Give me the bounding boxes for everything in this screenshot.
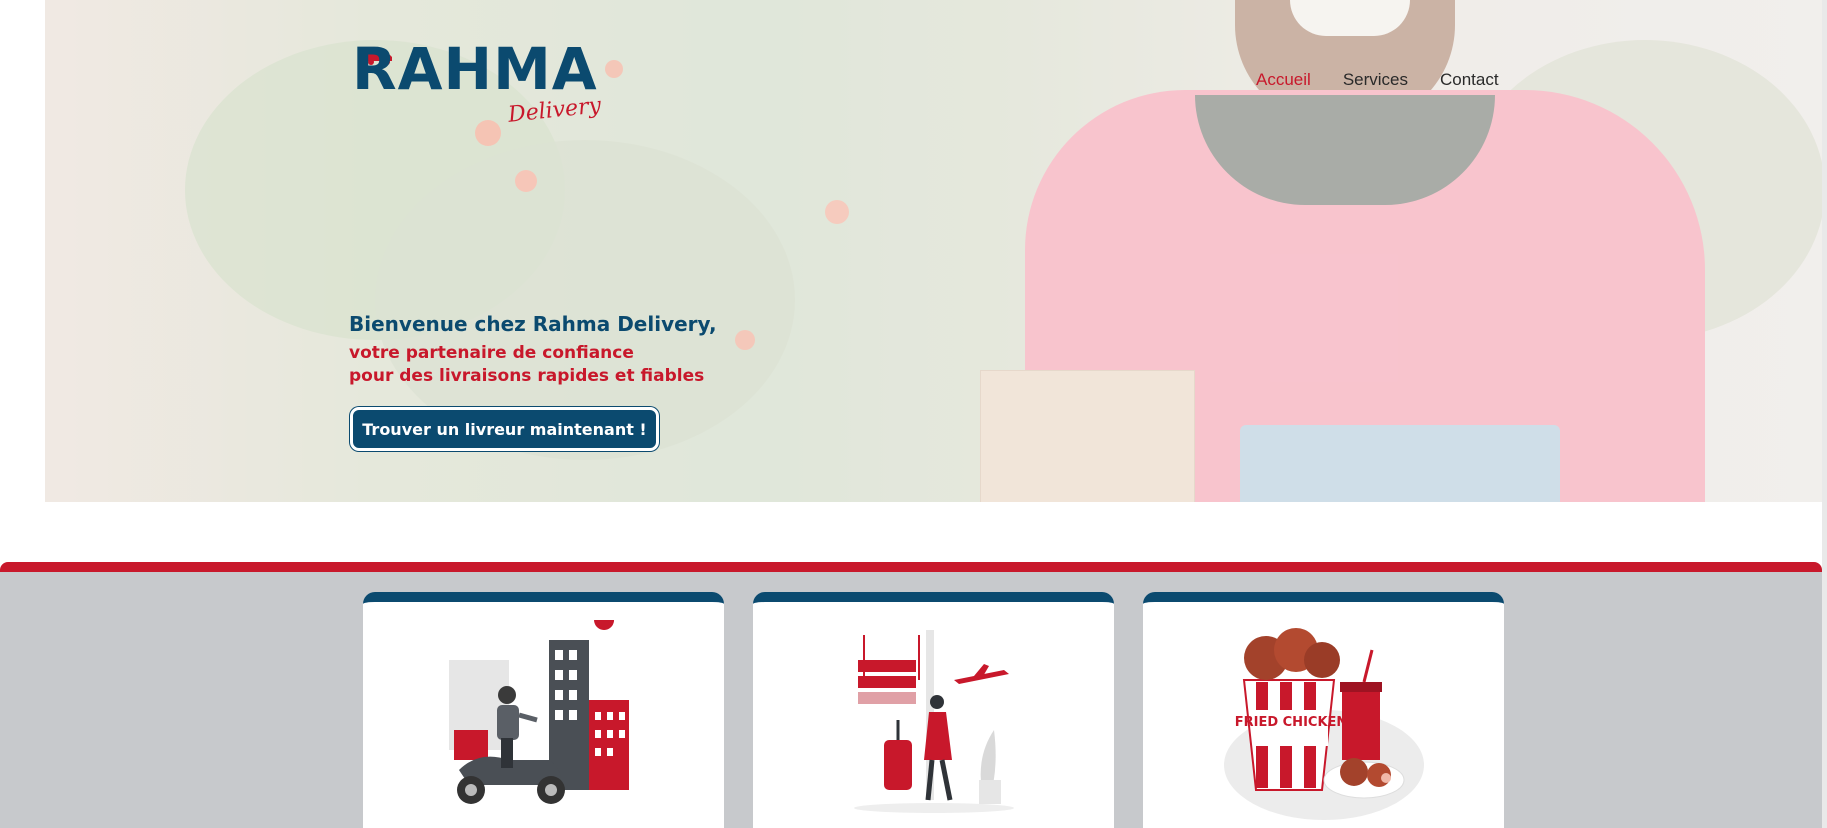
hero-section [45,0,1827,502]
logo-wordmark: RAHMA [352,35,598,103]
fried-chicken-label: FRIED CHICKEN [1234,715,1347,730]
airport-traveler-illustration [853,630,1014,813]
nav-accueil[interactable]: Accueil [1256,70,1311,90]
nav-contact[interactable]: Contact [1440,70,1499,90]
hero-tagline-line2: pour des livraisons rapides et fiables [349,366,705,386]
hero-tagline: votre partenaire de confiance pour des l… [349,342,704,388]
find-courier-button[interactable]: Trouver un livreur maintenant ! [350,407,659,451]
main-nav: Accueil Services Contact [1256,70,1499,90]
hero-welcome: Bienvenue chez Rahma Delivery, [349,312,717,336]
hero-tagline-line1: votre partenaire de confiance [349,343,634,363]
logo[interactable]: RAHMA Delivery [352,40,602,132]
service-card-delivery[interactable] [363,592,724,828]
service-card-travel[interactable] [753,592,1114,828]
fried-chicken-illustration: FRIED CHICKEN [1223,628,1424,820]
scrollbar[interactable] [1822,0,1827,828]
nav-services[interactable]: Services [1343,70,1408,90]
service-card-food[interactable]: FRIED CHICKEN [1143,592,1504,828]
scooter-delivery-illustration [448,620,629,804]
page: RAHMA Delivery Accueil Services Contact … [0,0,1827,828]
